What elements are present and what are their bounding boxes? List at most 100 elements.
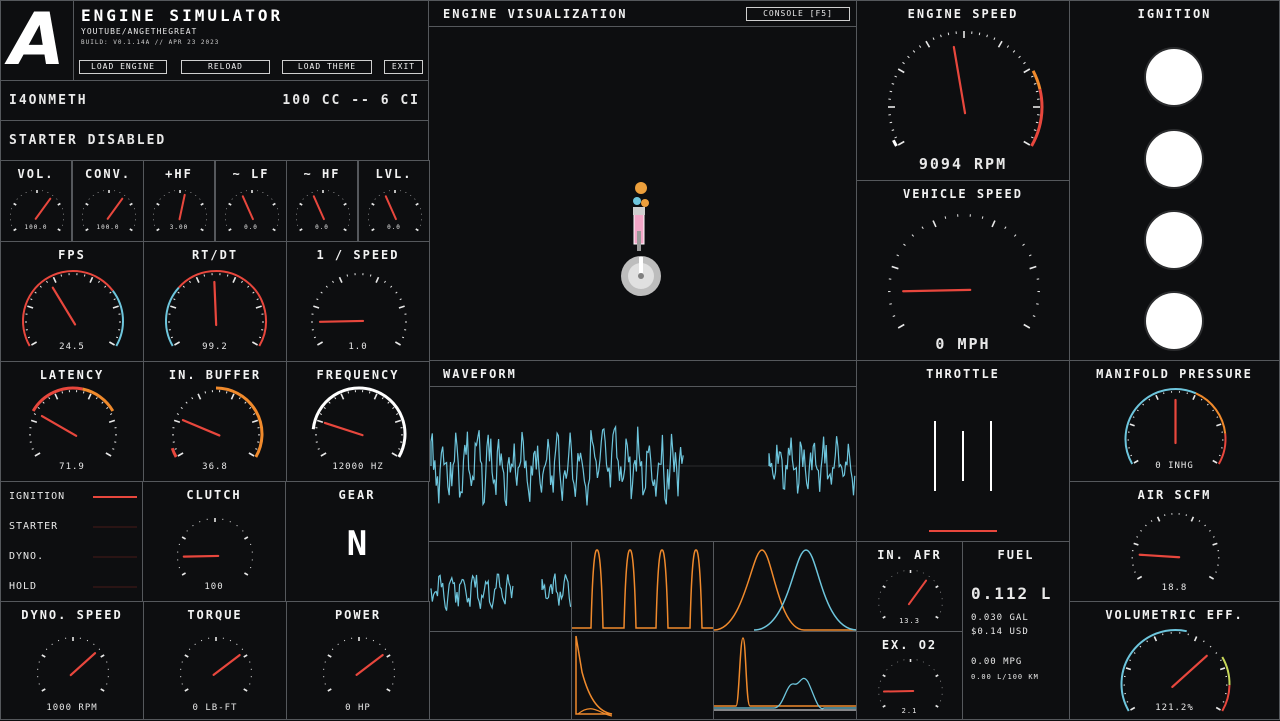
starter-status-panel: STARTER DISABLED [0,120,429,161]
ignition-cylinder-3[interactable] [1146,212,1202,268]
rt-dt-panel: RT/DT99.2 [143,241,287,362]
dyno-speed-panel: DYNO. SPEED1000 RPM [0,601,144,720]
torque-panel: TORQUE0 LB-FT [143,601,287,720]
engine-speed-panel: ENGINE SPEED9094 RPM [856,0,1070,181]
load-engine-button[interactable]: LOAD ENGINE [79,60,167,74]
empty-plot-panel [428,631,572,720]
mixer-hf-noise-panel: ~ HF0.0 [286,160,358,242]
ignition-cylinder-2[interactable] [1146,131,1202,187]
waveform-panel: WAVEFORM [428,360,857,542]
in-afr-value: 13.3 [857,617,962,625]
fuel-panel: FUEL 0.112 L 0.030 GAL $0.14 USD 0.00 MP… [962,541,1070,720]
mixer-hf-noise-value: 0.0 [287,224,357,231]
dyno-speed-needle [71,653,95,675]
vehicle-speed-needle [903,290,970,291]
mixer-convolution-needle [108,199,123,219]
exit-button[interactable]: EXIT [384,60,423,74]
waveform-mini-plot [429,542,573,633]
input-buffer-value: 36.8 [144,462,286,472]
fuel-mpg: 0.00 MPG [971,657,1022,667]
mixer-volume-panel: VOL.100.0 [0,160,72,242]
mixer-level-value: 0.0 [359,224,429,231]
ex-o2-panel: EX. O22.1 [856,631,963,720]
fps-panel: FPS24.5 [0,241,144,362]
header-panel: A ENGINE SIMULATOR YOUTUBE/ANGETHEGREAT … [0,0,429,81]
in-afr-needle [909,581,926,605]
engine-speed-needle [954,47,965,113]
torque-value: 0 LB-FT [144,703,286,713]
app-title: ENGINE SIMULATOR [81,6,283,25]
mixer-hf-gain-panel: +HF3.00 [143,160,215,242]
air-scfm-needle [1140,555,1179,557]
engine-info-panel: I4ONMETH 100 CC -- 6 CI [0,80,429,121]
ignition-label[interactable]: IGNITION [9,491,65,502]
mixer-convolution-value: 100.0 [73,224,143,231]
fuel-l-per-100km: 0.00 L/100 KM [971,673,1039,681]
clutch-value: 100 [143,582,285,592]
exhaust-plot [714,632,858,721]
mixer-lf-noise-value: 0.0 [216,224,286,231]
waveform-plot [429,361,858,543]
vehicle-speed-value: 0 MPH [857,335,1069,353]
manifold-pressure-value: 0 INHG [1070,461,1279,471]
fps-needle [53,288,75,325]
manifold-pressure-panel: MANIFOLD PRESSURE0 INHG [1069,360,1280,482]
hold-label[interactable]: HOLD [9,581,37,592]
engine-speed-value: 9094 RPM [857,155,1069,173]
in-afr-panel: IN. AFR13.3 [856,541,963,632]
mixer-lf-noise-panel: ~ LF0.0 [215,160,287,242]
ignition-cylinder-4[interactable] [1146,293,1202,349]
mixer-level-panel: LVL.0.0 [358,160,430,242]
engine-name: I4ONMETH [9,93,88,108]
mixer-volume-value: 100.0 [1,224,71,231]
frequency-panel: FREQUENCY12000 HZ [286,361,430,482]
dyno-label[interactable]: DYNO. [9,551,44,562]
clutch-panel: CLUTCH100 [142,481,286,602]
ignition-cylinder-1[interactable] [1146,49,1202,105]
power-value: 0 HP [287,703,429,713]
air-scfm-panel: AIR SCFM18.8 [1069,481,1280,602]
logo-letter: A [1,0,73,81]
logo: A [1,1,74,81]
starter-indicator [93,526,137,528]
rt-dt-value: 99.2 [144,342,286,352]
pv-plot [572,632,715,721]
ex-o2-needle [884,691,913,692]
gear-panel: GEAR N [285,481,429,602]
inverse-speed-panel: 1 / SPEED1.0 [286,241,430,362]
engine-displacement: 100 CC -- 6 CI [282,93,420,108]
mixer-convolution-panel: CONV.100.0 [72,160,144,242]
input-buffer-panel: IN. BUFFER36.8 [143,361,287,482]
pressure-plot [572,542,715,633]
power-needle [357,655,383,675]
air-scfm-value: 18.8 [1070,583,1279,593]
ignition-indicator [93,496,137,498]
pressure-plot-panel [571,541,714,632]
fuel-title: FUEL [963,548,1069,562]
inverse-speed-needle [320,321,363,322]
pv-plot-panel [571,631,714,720]
power-panel: POWER0 HP [286,601,430,720]
reload-button[interactable]: RELOAD [181,60,270,74]
throttle-graphic[interactable] [857,361,1071,543]
dyno-indicator [93,556,137,558]
starter-status: STARTER DISABLED [9,133,166,148]
engine-illustration [429,1,858,362]
fuel-gallons: 0.030 GAL [971,613,1029,623]
fuel-cost: $0.14 USD [971,627,1029,637]
exhaust-plot-panel [713,631,857,720]
controls-panel: IGNITION STARTER DYNO. HOLD [0,481,143,602]
starter-label[interactable]: STARTER [9,521,58,532]
clutch-needle [184,556,218,557]
waveform-mini-panel [428,541,572,632]
mixer-lf-noise-needle [243,196,253,219]
frequency-value: 12000 HZ [287,462,429,472]
engine-visualization-panel: ENGINE VISUALIZATION CONSOLE [F5] [428,0,857,361]
load-theme-button[interactable]: LOAD THEME [282,60,372,74]
mixer-hf-noise-needle [314,196,324,219]
latency-needle [42,416,76,436]
ex-o2-value: 2.1 [857,707,962,715]
mixer-hf-gain-needle [180,195,185,219]
vehicle-speed-panel: VEHICLE SPEED0 MPH [856,180,1070,361]
input-buffer-needle [183,420,219,435]
